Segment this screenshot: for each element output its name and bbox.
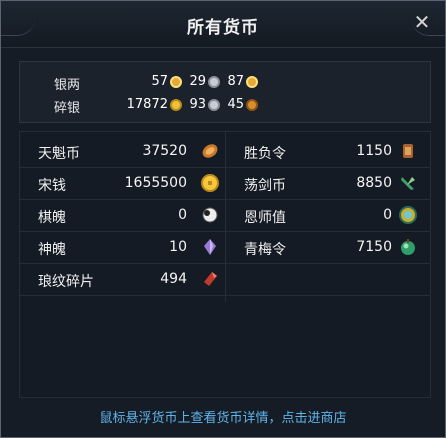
currency-name: 宋钱 (38, 178, 66, 194)
silver-amount: 93 (189, 97, 206, 112)
currency-langwensuipian[interactable]: 琅纹碎片 494 (20, 264, 225, 296)
jade-sword-icon (401, 177, 415, 190)
silver-coin-icon (208, 99, 220, 111)
currency-enshizhi[interactable]: 恩师值 0 (226, 200, 430, 232)
medal-icon (399, 206, 417, 224)
currency-value: 494 (160, 271, 187, 287)
currency-name: 棋魄 (38, 210, 66, 226)
silver-amount: 29 (189, 74, 206, 89)
currency-qingmeiling[interactable]: 青梅令 7150 (226, 232, 430, 264)
currency-value: 37520 (142, 143, 187, 159)
silver-row-yinliang: 银两 57 29 87 (20, 72, 430, 93)
title-bar[interactable]: 所有货币 ✕ (1, 1, 445, 48)
currency-dangjianbi[interactable]: 荡剑币 8850 (226, 168, 430, 200)
scroll-coin-icon (202, 144, 218, 158)
silver-panel: 银两 57 29 87 碎银 17872 93 45 (19, 61, 431, 123)
currency-songqian[interactable]: 宋钱 1655500 (20, 168, 225, 200)
currency-name: 神魄 (38, 242, 66, 258)
copper-amount: 87 (227, 74, 244, 89)
purple-crystal-icon (204, 239, 216, 255)
currency-value: 0 (383, 207, 392, 223)
silver-label: 碎银 (54, 101, 81, 116)
token-icon (403, 144, 413, 158)
currency-value: 7150 (356, 239, 392, 255)
shop-hint-link[interactable]: 鼠标悬浮货币上查看货币详情，点击进商店 (1, 407, 445, 426)
red-shard-icon (204, 272, 217, 286)
currency-value: 8850 (356, 175, 392, 191)
currency-value: 10 (169, 239, 187, 255)
gold-coin-icon (201, 174, 219, 192)
copper-coin-icon (246, 76, 258, 88)
currency-value: 1655500 (124, 175, 187, 191)
silver-label: 银两 (54, 78, 81, 93)
currency-grid: 天魁币 37520 胜负令 1150 宋钱 1655500 荡剑币 8850 棋… (19, 131, 431, 398)
currency-name: 琅纹碎片 (38, 274, 94, 290)
currency-name: 荡剑币 (244, 178, 286, 194)
gold-coin-icon (170, 99, 182, 111)
currency-tiankuibi[interactable]: 天魁币 37520 (20, 136, 225, 168)
currency-value: 0 (178, 207, 187, 223)
silver-row-suiyin: 碎银 17872 93 45 (20, 95, 430, 116)
currency-value: 1150 (356, 143, 392, 159)
currency-name: 胜负令 (244, 146, 286, 162)
currency-window: 所有货币 ✕ 银两 57 29 87 碎银 17872 93 45 天魁币 37… (0, 0, 446, 438)
copper-amount: 45 (227, 97, 244, 112)
copper-coin-icon (246, 99, 258, 111)
currency-name: 天魁币 (38, 146, 80, 162)
green-plum-icon (401, 239, 415, 255)
gold-coin-icon (170, 76, 182, 88)
currency-qipo[interactable]: 棋魄 0 (20, 200, 225, 232)
silver-coin-icon (208, 76, 220, 88)
window-title: 所有货币 (187, 18, 259, 38)
go-stone-icon (202, 207, 218, 223)
currency-name: 恩师值 (244, 210, 286, 226)
gold-amount: 57 (151, 74, 168, 89)
currency-shenpo[interactable]: 神魄 10 (20, 232, 225, 264)
empty-cell (226, 264, 430, 296)
close-icon[interactable]: ✕ (411, 11, 433, 33)
currency-name: 青梅令 (244, 242, 286, 258)
currency-shengfuling[interactable]: 胜负令 1150 (226, 136, 430, 168)
gold-amount: 17872 (126, 97, 168, 112)
